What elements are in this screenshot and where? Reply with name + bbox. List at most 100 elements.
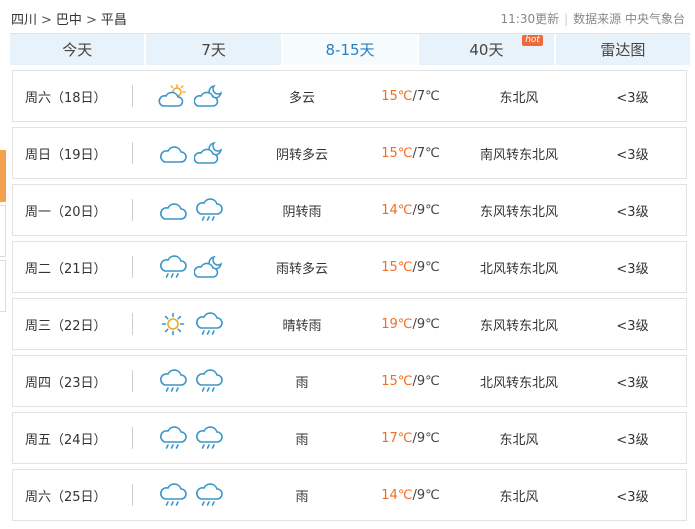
side-tab-active[interactable] xyxy=(0,150,6,202)
weather-icons xyxy=(158,242,228,292)
weather-icons xyxy=(158,356,228,406)
cloud-icon xyxy=(160,203,187,220)
tab-label: 雷达图 xyxy=(600,41,646,59)
tab-7-days[interactable]: 7天 xyxy=(146,34,283,65)
temperature: 15℃/9℃ xyxy=(368,242,453,292)
temperature: 15℃/7℃ xyxy=(368,128,453,178)
wind-level: <3级 xyxy=(616,432,649,448)
hot-badge: hot xyxy=(522,35,543,46)
wind-direction: 南风转东北风 xyxy=(479,147,558,163)
temperature: 17℃/9℃ xyxy=(368,413,453,463)
breadcrumb: 四川 > 巴中 > 平昌 xyxy=(11,9,127,28)
high-temp: 15℃ xyxy=(381,145,413,161)
weather-description: 阴转雨 xyxy=(282,204,322,220)
column-divider xyxy=(132,427,133,449)
temperature: 14℃/9℃ xyxy=(368,185,453,235)
cloud-icon xyxy=(160,146,187,163)
wind-direction: 东风转东北风 xyxy=(479,204,558,220)
weather-icons xyxy=(158,128,228,178)
update-meta: 11:30更新 | 数据来源 中央气象台 xyxy=(501,10,685,27)
column-divider xyxy=(132,370,133,392)
wind-level: <3级 xyxy=(616,318,649,334)
partly-cloudy-icon xyxy=(158,84,186,107)
weather-description: 阴转多云 xyxy=(275,147,328,163)
weather-icons xyxy=(158,413,228,463)
wind-direction: 北风转东北风 xyxy=(479,261,558,277)
forecast-day: 周日（19日） xyxy=(25,147,107,163)
update-time: 11:30更新 xyxy=(500,12,560,26)
breadcrumb-county[interactable]: 平昌 xyxy=(101,13,127,28)
rain-icon xyxy=(196,426,223,449)
breadcrumb-separator: > xyxy=(41,13,52,28)
weather-icons xyxy=(158,71,228,121)
partly-cloudy-night-icon xyxy=(194,85,222,107)
forecast-day: 周四（23日） xyxy=(25,375,107,391)
high-temp: 15℃ xyxy=(381,88,413,104)
tab-label: 今天 xyxy=(62,41,93,59)
weather-description: 雨 xyxy=(295,375,309,391)
forecast-list: 周六（18日） 多云 15℃/7℃ 东北风 <3级 周日（19日） 阴转多云 1… xyxy=(12,70,687,526)
breadcrumb-province[interactable]: 四川 xyxy=(11,13,37,28)
forecast-row: 周五（24日） 雨 17℃/9℃ 东北风 <3级 xyxy=(12,412,687,464)
weather-icons xyxy=(158,185,228,235)
side-tab[interactable] xyxy=(0,260,6,312)
high-temp: 14℃ xyxy=(381,202,413,218)
temperature: 14℃/9℃ xyxy=(368,470,453,520)
forecast-day: 周二（21日） xyxy=(25,261,107,277)
column-divider xyxy=(132,484,133,506)
temperature: 15℃/9℃ xyxy=(368,356,453,406)
tab-8-15-days[interactable]: 8-15天 xyxy=(282,34,420,65)
breadcrumb-city[interactable]: 巴中 xyxy=(56,13,82,28)
weather-description: 多云 xyxy=(288,90,315,106)
high-temp: 15℃ xyxy=(381,373,413,389)
breadcrumb-separator: > xyxy=(85,13,97,28)
wind-level: <3级 xyxy=(616,204,649,220)
forecast-day: 周一（20日） xyxy=(25,204,107,220)
wind-direction: 东北风 xyxy=(499,489,539,505)
partly-cloudy-night-icon xyxy=(194,256,222,278)
tab-today[interactable]: 今天 xyxy=(10,34,147,65)
forecast-row: 周二（21日） 雨转多云 15℃/9℃ 北风转东北风 <3级 xyxy=(12,241,687,293)
rain-icon xyxy=(160,369,187,392)
rain-icon xyxy=(160,255,187,278)
rain-icon xyxy=(196,312,223,335)
wind-level: <3级 xyxy=(616,261,649,277)
rain-icon xyxy=(196,483,223,506)
wind-direction: 东风转东北风 xyxy=(479,318,558,334)
wind-level: <3级 xyxy=(616,147,649,163)
forecast-day: 周三（22日） xyxy=(25,318,107,334)
data-source: 数据来源 中央气象台 xyxy=(573,12,685,26)
wind-level: <3级 xyxy=(616,489,649,505)
forecast-day: 周五（24日） xyxy=(25,432,107,448)
wind-direction: 东北风 xyxy=(499,90,539,106)
low-temp: /9℃ xyxy=(412,316,440,332)
weather-description: 晴转雨 xyxy=(282,318,322,334)
forecast-row: 周日（19日） 阴转多云 15℃/7℃ 南风转东北风 <3级 xyxy=(12,127,687,179)
tab-radar[interactable]: 雷达图 xyxy=(555,34,691,65)
tab-label: 8-15天 xyxy=(325,41,375,59)
forecast-row: 周四（23日） 雨 15℃/9℃ 北风转东北风 <3级 xyxy=(12,355,687,407)
meta-divider: | xyxy=(564,12,569,26)
column-divider xyxy=(132,199,133,221)
forecast-day: 周六（25日） xyxy=(25,489,107,505)
wind-level: <3级 xyxy=(616,90,649,106)
weather-icons xyxy=(158,299,228,349)
column-divider xyxy=(132,313,133,335)
high-temp: 15℃ xyxy=(381,259,413,275)
tab-label: 7天 xyxy=(201,41,226,59)
temperature: 19℃/9℃ xyxy=(368,299,453,349)
weather-icons xyxy=(158,470,228,520)
low-temp: /7℃ xyxy=(412,88,440,104)
weather-description: 雨 xyxy=(295,489,309,505)
side-tab[interactable] xyxy=(0,205,6,257)
tab-label: 40天 xyxy=(469,41,504,59)
temperature: 15℃/7℃ xyxy=(368,71,453,121)
rain-icon xyxy=(160,483,187,506)
tab-40-days[interactable]: 40天 hot xyxy=(419,34,556,65)
forecast-tabs: 今天 7天 8-15天 40天 hot 雷达图 xyxy=(10,33,691,65)
column-divider xyxy=(132,85,133,107)
weather-description: 雨 xyxy=(295,432,309,448)
low-temp: /9℃ xyxy=(412,487,440,503)
low-temp: /9℃ xyxy=(412,202,440,218)
rain-icon xyxy=(160,426,187,449)
